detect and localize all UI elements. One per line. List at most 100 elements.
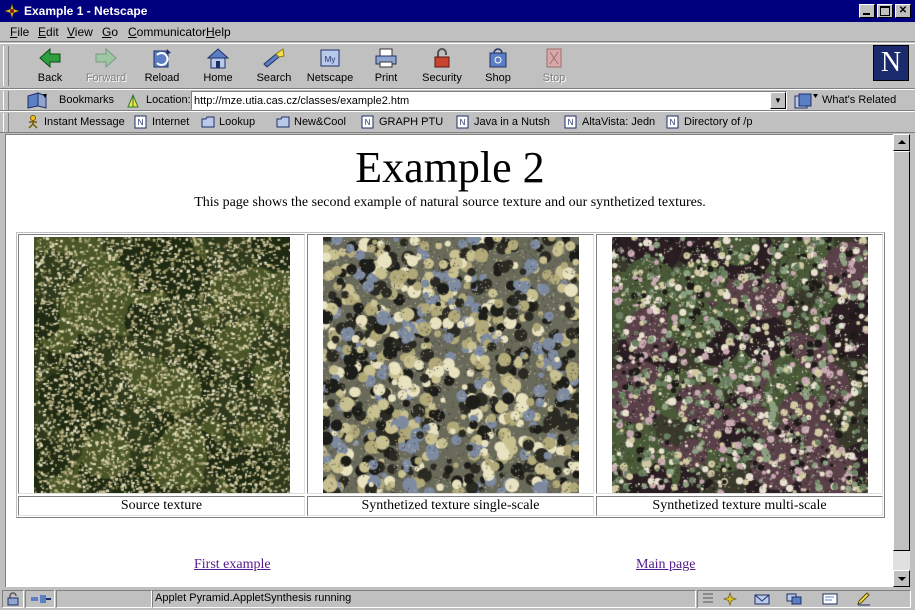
padlock-icon [434, 48, 450, 68]
location-bar: Bookmarks Location: ▼ What's Related [0, 89, 915, 111]
bookmark-internet[interactable]: N Internet [134, 115, 189, 131]
bookmark-label: New&Cool [294, 116, 346, 128]
close-button[interactable]: ✕ [895, 4, 911, 18]
whats-related-icon[interactable] [793, 92, 819, 110]
bookmark-lookup[interactable]: Lookup [201, 115, 255, 131]
title-bar[interactable]: Example 1 - Netscape ✕ [0, 0, 915, 22]
discussion-groups-icon[interactable] [786, 592, 802, 606]
url-field[interactable]: ▼ [191, 91, 787, 110]
connection-status-field[interactable] [25, 590, 55, 608]
maximize-button[interactable] [877, 4, 893, 18]
search-flashlight-icon [263, 48, 285, 68]
shop-bag-icon [489, 48, 507, 68]
scroll-down-button[interactable] [893, 570, 910, 587]
bookmark-java-nutshell[interactable]: N Java in a Nutsh [456, 115, 550, 131]
home-button[interactable]: Home [190, 46, 246, 88]
mail-icon[interactable] [754, 592, 770, 606]
security-label: Security [422, 72, 462, 84]
menu-help[interactable]: Help [206, 25, 231, 39]
plug-icon [31, 595, 51, 603]
component-grip-icon[interactable] [700, 592, 716, 606]
location-grip[interactable] [3, 91, 9, 110]
scroll-up-button[interactable] [893, 134, 910, 151]
bookmark-label: AltaVista: Jedn [582, 116, 656, 128]
caption-single: Synthetized texture single-scale [307, 496, 594, 516]
minimize-button[interactable] [859, 4, 875, 18]
page-n-icon: N [456, 115, 469, 129]
bookmarks-label[interactable]: Bookmarks [59, 94, 114, 106]
bookmarks-icon[interactable] [26, 92, 48, 109]
netscape-star-icon [4, 3, 20, 19]
texture-cell-multi [596, 234, 883, 494]
page-n-icon: N [361, 115, 374, 129]
menu-bar: File Edit View Go Communicator Help [0, 22, 915, 42]
composer-icon[interactable] [822, 592, 838, 606]
bookmark-instant-message[interactable]: Instant Message [26, 115, 125, 131]
reload-label: Reload [144, 72, 180, 84]
personal-grip[interactable] [3, 113, 9, 132]
first-example-link[interactable]: First example [194, 557, 271, 573]
stop-button[interactable]: Stop [526, 46, 582, 88]
printer-icon [375, 48, 397, 68]
bookmark-label: Internet [152, 116, 190, 128]
pen-icon[interactable] [856, 592, 872, 606]
print-label: Print [374, 72, 398, 84]
menu-file[interactable]: File [10, 25, 29, 39]
bookmark-label: Lookup [219, 116, 256, 128]
stop-label: Stop [542, 72, 566, 84]
padlock-status-icon [7, 592, 19, 606]
back-button[interactable]: Back [22, 46, 78, 88]
texture-cell-single [307, 234, 594, 494]
netscape-logo[interactable]: N [873, 45, 909, 81]
whats-related-label[interactable]: What's Related [822, 94, 896, 106]
bookmark-label: Instant Message [44, 116, 125, 128]
bookmark-altavista[interactable]: N AltaVista: Jedn [564, 115, 655, 131]
menu-edit[interactable]: Edit [38, 25, 59, 39]
page-viewport[interactable]: Example 2 This page shows the second exa… [5, 134, 893, 587]
vertical-scrollbar[interactable] [893, 134, 910, 587]
page-heading: Example 2 [355, 143, 545, 192]
window-title: Example 1 - Netscape [24, 4, 148, 18]
my-netscape-icon: My [320, 49, 340, 67]
security-status-field[interactable] [2, 590, 24, 608]
reload-button[interactable]: Reload [134, 46, 190, 88]
print-button[interactable]: Print [358, 46, 414, 88]
progress-field [56, 590, 152, 608]
forward-arrow-icon [95, 47, 117, 69]
single-scale-texture-image [323, 237, 579, 493]
navigator-icon[interactable] [722, 592, 738, 606]
security-button[interactable]: Security [414, 46, 470, 88]
bookmark-directory[interactable]: N Directory of /p [666, 115, 752, 131]
location-icon[interactable] [126, 93, 140, 109]
svg-text:N: N [670, 118, 676, 127]
svg-text:N: N [568, 118, 574, 127]
navigation-toolbar: Back Forward Reload Home Search My Netsc… [0, 43, 915, 89]
toolbar-grip[interactable] [3, 46, 9, 86]
status-text: Applet Pyramid.AppletSynthesis running [155, 592, 352, 604]
source-texture-image [34, 237, 290, 493]
texture-cell-source [18, 234, 305, 494]
scroll-thumb[interactable] [893, 151, 910, 551]
url-input[interactable] [194, 93, 768, 108]
menu-view[interactable]: View [67, 25, 93, 39]
page-n-icon: N [564, 115, 577, 129]
netscape-label: Netscape [306, 72, 354, 84]
svg-text:N: N [460, 118, 466, 127]
bookmark-new-cool[interactable]: New&Cool [276, 115, 346, 131]
personal-toolbar: Instant Message N Internet Lookup New&Coo… [0, 111, 915, 133]
menu-communicator[interactable]: Communicator [128, 25, 206, 39]
forward-button[interactable]: Forward [78, 46, 134, 88]
bookmark-graph-ptu[interactable]: N GRAPH PTU [361, 115, 443, 131]
menu-go[interactable]: Go [102, 25, 118, 39]
search-button[interactable]: Search [246, 46, 302, 88]
back-arrow-icon [39, 47, 61, 69]
folder-icon [201, 116, 215, 128]
caption-multi: Synthetized texture multi-scale [596, 496, 883, 516]
shop-button[interactable]: Shop [470, 46, 526, 88]
svg-text:N: N [365, 118, 371, 127]
back-label: Back [37, 72, 63, 84]
netscape-button[interactable]: My Netscape [302, 46, 358, 88]
bookmark-label: Directory of /p [684, 116, 753, 128]
url-dropdown-button[interactable]: ▼ [770, 92, 786, 109]
main-page-link[interactable]: Main page [636, 557, 695, 573]
